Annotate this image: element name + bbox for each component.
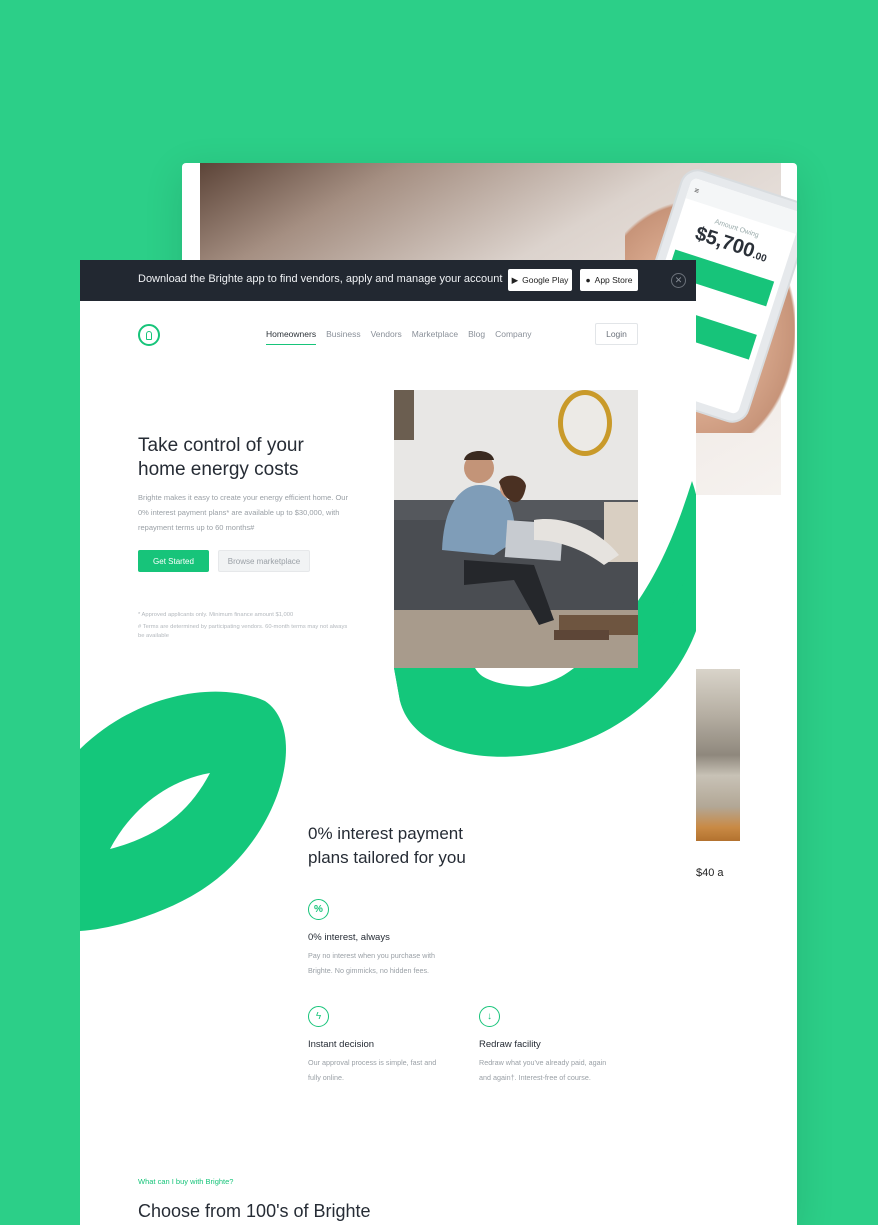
hero-couple-photo: [394, 390, 638, 668]
google-play-label: Google Play: [522, 275, 569, 285]
footnote-terms: # Terms are determined by participating …: [138, 624, 348, 639]
marketplace-label: What can I buy with Brighte?: [138, 1177, 234, 1186]
nav-item-blog[interactable]: Blog: [468, 329, 485, 345]
feature-title-decision: Instant decision: [308, 1039, 375, 1050]
nav-item-homeowners[interactable]: Homeowners: [266, 329, 317, 345]
nav-item-business[interactable]: Business: [326, 329, 361, 345]
features-title: 0% interest payment plans tailored for y…: [308, 824, 466, 867]
bulb-icon: [146, 330, 152, 340]
back-partial-text: $40 a: [696, 867, 724, 879]
percent-icon: %: [308, 899, 329, 920]
hero-description: Brighte makes it easy to create your ene…: [138, 493, 348, 532]
apple-icon: ●: [585, 275, 591, 285]
lightning-icon: ϟ: [308, 1006, 329, 1027]
app-download-banner: Download the Brighte app to find vendors…: [80, 260, 696, 301]
back-product-photo: [694, 669, 740, 841]
front-page: Homeowners Business Vendors Marketplace …: [80, 301, 696, 1225]
download-icon: ↓: [479, 1006, 500, 1027]
nav-item-marketplace[interactable]: Marketplace: [412, 329, 458, 345]
get-started-button[interactable]: Get Started: [138, 550, 209, 572]
marketplace-title: Choose from 100's of Brighte: [138, 1201, 371, 1221]
nav-item-vendors[interactable]: Vendors: [371, 329, 402, 345]
close-icon[interactable]: ✕: [671, 273, 686, 288]
browse-marketplace-button[interactable]: Browse marketplace: [218, 550, 310, 572]
app-store-label: App Store: [594, 275, 633, 285]
banner-text: Download the Brighte app to find vendors…: [138, 273, 503, 285]
nav-item-company[interactable]: Company: [495, 329, 531, 345]
feature-desc-decision: Our approval process is simple, fast and…: [308, 1058, 437, 1082]
footnote-approved: * Approved applicants only. Minimum fina…: [138, 612, 294, 618]
google-play-button[interactable]: ▶ Google Play: [508, 269, 572, 291]
feature-desc-redraw: Redraw what you've already paid, again a…: [479, 1058, 607, 1082]
main-nav: Homeowners Business Vendors Marketplace …: [266, 329, 532, 345]
feature-title-interest: 0% interest, always: [308, 932, 390, 943]
hero-title: Take control of your home energy costs: [138, 435, 304, 480]
feature-desc-interest: Pay no interest when you purchase with B…: [308, 951, 436, 975]
app-store-button[interactable]: ● App Store: [580, 269, 638, 291]
brighte-logo[interactable]: [138, 324, 160, 346]
feature-title-redraw: Redraw facility: [479, 1039, 541, 1050]
login-button[interactable]: Login: [595, 323, 638, 345]
play-icon: ▶: [511, 274, 519, 285]
